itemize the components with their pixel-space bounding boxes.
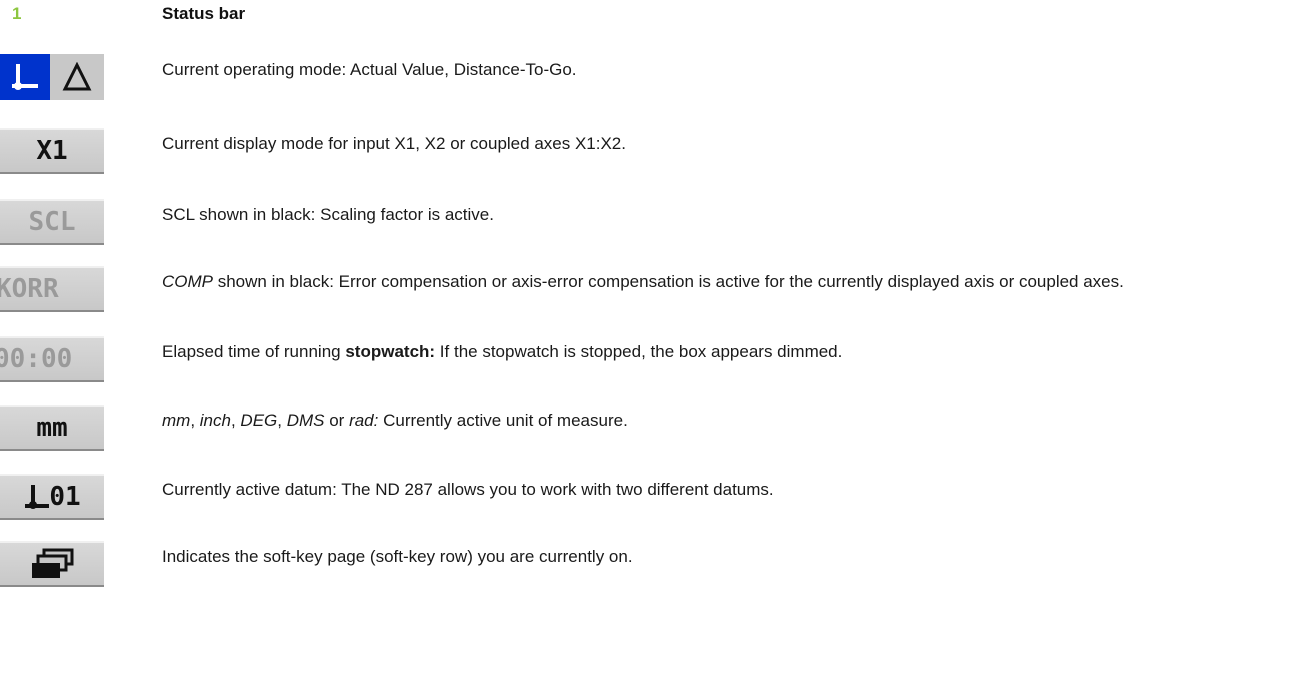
item-description: Elapsed time of running stopwatch: If th… (162, 340, 1312, 364)
item-description: Currently active datum: The ND 287 allow… (162, 480, 774, 499)
list-item: SCL SCL shown in black: Scaling factor i… (0, 199, 1313, 259)
display-mode-icon: X1 (0, 128, 104, 174)
unit-mm: mm (162, 411, 191, 430)
unit-deg: DEG (240, 411, 278, 430)
icon-label: 01 (49, 482, 81, 512)
list-item: KORR COMP shown in black: Error compensa… (0, 266, 1313, 326)
unit-rad: rad: (349, 411, 379, 430)
icon-label: SCL (28, 207, 76, 237)
item-description: Indicates the soft-key page (soft-key ro… (162, 547, 633, 566)
stopwatch-term: stopwatch: (345, 342, 436, 361)
item-description: COMP shown in black: Error compensation … (162, 270, 1312, 294)
unit-inch: inch (199, 411, 231, 430)
list-item: mm mm, inch, DEG, DMS or rad: Currently … (0, 405, 1313, 465)
list-item: Current operating mode: Actual Value, Di… (0, 54, 1313, 114)
stopwatch-icon: 00:00 (0, 336, 104, 382)
icon-label: mm (36, 413, 68, 443)
comp-term: COMP (162, 272, 213, 291)
description-text: Currently active unit of measure. (378, 411, 628, 430)
actual-value-icon (0, 54, 50, 100)
list-item: 00:00 Elapsed time of running stopwatch:… (0, 336, 1313, 396)
soft-key-page-icon (0, 541, 104, 587)
list-item: 01 Currently active datum: The ND 287 al… (0, 474, 1313, 534)
icon-label: 00:00 (0, 344, 73, 374)
actual-value-distance-to-go-mode-icon (0, 54, 104, 100)
stacked-pages-icon (32, 548, 74, 578)
list-item: Indicates the soft-key page (soft-key ro… (0, 541, 1313, 601)
list-item: X1 Current display mode for input X1, X2… (0, 128, 1313, 188)
distance-to-go-icon (50, 54, 104, 100)
item-description: mm, inch, DEG, DMS or rad: Currently act… (162, 411, 628, 430)
unit-dms: DMS (286, 411, 325, 430)
description-text: If the stopwatch is stopped, the box app… (435, 342, 843, 361)
scaling-factor-icon: SCL (0, 199, 104, 245)
item-description: SCL shown in black: Scaling factor is ac… (162, 205, 494, 224)
description-text: shown in black: Error compensation or ax… (213, 272, 1124, 291)
datum-symbol-icon (25, 485, 50, 509)
item-description: Current display mode for input X1, X2 or… (162, 134, 626, 153)
datum-icon: 01 (0, 474, 104, 520)
icon-label: KORR (0, 274, 59, 304)
item-description: Current operating mode: Actual Value, Di… (162, 60, 577, 79)
unit-of-measure-icon: mm (0, 405, 104, 451)
icon-label: X1 (36, 136, 68, 166)
error-compensation-icon: KORR (0, 266, 104, 312)
description-text: Elapsed time of running (162, 342, 346, 361)
section-title: Status bar (162, 4, 246, 23)
section-number: 1 (12, 4, 22, 23)
